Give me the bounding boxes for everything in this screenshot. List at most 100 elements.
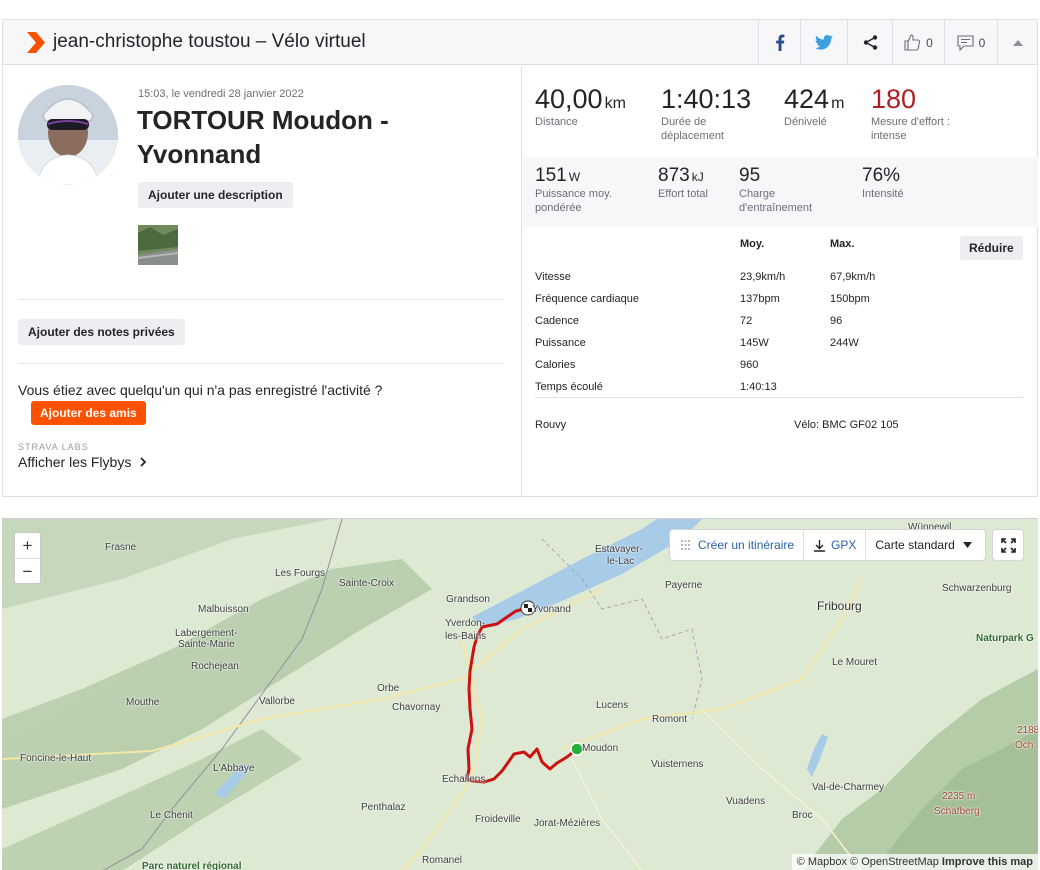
with-others-text: Vous étiez avec quelqu'un qui n'a pas en… [18,382,383,398]
activity-header: jean-christophe toustou – Vélo virtuel 0… [3,20,1037,65]
activity-photo-thumbnail[interactable] [138,225,178,265]
map-place-label: Romont [652,714,688,725]
athlete-photo [18,85,118,185]
stat-label: Dénivelé [784,116,827,128]
landscape-photo [138,225,178,265]
stat-moving-time: 1:40:13 Durée de déplacement [661,84,771,143]
map-place-label: Romanel [422,855,463,866]
share-icon [863,35,877,50]
map-place-label: Chavornay [392,702,441,713]
zoom-controls: + − [14,532,41,584]
route-map[interactable]: Frasne Les Fourgs Sainte-Croix Grandson Yvon… [2,518,1038,870]
comment-count: 0 [978,35,986,50]
map-place-label: Foncine-le-Haut [20,753,92,764]
map-place-label: Froideville [475,814,521,825]
stat-value: 424 [784,84,830,114]
stat-value: 873 [658,165,690,186]
stat-label: Puissance moy. pondérée [535,188,612,214]
strava-chevron-icon [27,32,45,53]
map-place-label: Och [1015,740,1034,751]
map-place-label: Lucens [596,700,629,711]
map-place-label: Malbuisson [198,604,249,615]
activity-stats: 40,00 km Distance 1:40:13 Durée de déplac… [521,66,1038,497]
map-place-label: Rochejean [191,661,239,672]
map-style-select[interactable]: Carte standard [866,530,984,560]
row-avg: 137bpm [740,293,780,305]
map-place-label: Les Fourgs [275,568,326,579]
map-place-label: Le Mouret [832,657,878,668]
header-actions: 0 0 [758,20,1037,65]
table-row: Fréquence cardiaque 137bpm 150bpm [535,293,1025,315]
thumbs-up-icon [904,34,921,51]
stat-relative-effort[interactable]: 180 Mesure d'effort : intense [871,84,981,143]
divider [535,397,1023,398]
map-place-label: L'Abbaye [213,763,255,774]
row-label: Calories [535,359,576,371]
create-route-label: Créer un itinéraire [698,538,795,552]
improve-map-link[interactable]: Improve this map [942,856,1033,868]
map-place-label: Schwarzenburg [942,583,1012,594]
facebook-share-button[interactable] [758,20,800,65]
share-button[interactable] [847,20,892,65]
map-place-label: Le Chenit [150,810,193,821]
collapse-button[interactable] [997,20,1037,65]
add-friends-button[interactable]: Ajouter des amis [31,401,146,425]
row-label: Vitesse [535,271,571,283]
kudos-button[interactable]: 0 [892,20,944,65]
flybys-link[interactable]: Afficher les Flybys [18,454,147,470]
activity-date: 15:03, le vendredi 28 janvier 2022 [138,88,304,100]
add-description-button[interactable]: Ajouter une description [138,182,293,208]
row-label: Fréquence cardiaque [535,293,639,305]
row-max: 96 [830,315,843,327]
row-label: Cadence [535,315,580,327]
caret-up-icon [1012,39,1023,46]
map-place-label: 2188 [1017,725,1038,736]
create-route-button[interactable]: Créer un itinéraire [670,530,805,560]
map-place-label: Schafberg [934,806,980,817]
map-place-label: Naturpark G [976,633,1034,644]
add-private-notes-button[interactable]: Ajouter des notes privées [18,319,185,345]
map-place-label: Sainte-Croix [339,578,395,589]
map-place-label: Yverdon- [445,618,486,629]
twitter-icon [815,35,833,50]
stat-total-work: 873 kJ Effort total [658,165,708,201]
map-place-label: Fribourg [817,599,862,613]
map-place-label: Frasne [105,542,137,553]
zoom-in-button[interactable]: + [15,533,40,558]
map-place-label: Grandson [446,594,490,605]
device-name: Rouvy [535,419,567,431]
avatar[interactable] [18,85,118,185]
stat-intensity: 76% Intensité [862,165,904,201]
row-max: 244W [830,337,859,349]
map-place-label: Jorat-Mézières [534,818,601,829]
table-row: Vitesse 23,9km/h 67,9km/h [535,271,1025,293]
stat-label: Charge d'entraînement [739,188,813,214]
fullscreen-button[interactable] [993,530,1023,560]
map-place-label: les-Bains [445,631,487,642]
stat-distance: 40,00 km Distance [535,84,626,129]
zoom-out-button[interactable]: − [15,558,40,583]
map-place-label: Parc naturel régional [142,861,242,870]
stat-unit: km [604,95,626,112]
column-header-avg: Moy. [740,238,765,250]
fullscreen-icon [1000,537,1016,553]
twitter-share-button[interactable] [800,20,847,65]
row-max: 150bpm [830,293,870,305]
row-avg: 72 [740,315,753,327]
map-style-label: Carte standard [875,538,955,552]
comment-button[interactable]: 0 [944,20,997,65]
osm-attribution[interactable]: © OpenStreetMap [850,856,939,868]
stat-label: Durée de déplacement [661,116,724,142]
column-header-max: Max. [830,238,855,250]
stat-unit: m [831,95,845,112]
map-place-label: Yvonand [532,604,571,615]
reduce-button[interactable]: Réduire [960,236,1023,260]
stat-label: Mesure d'effort : intense [871,116,950,142]
gpx-download-button[interactable]: GPX [804,530,867,560]
stat-label: Effort total [658,188,708,200]
stat-value: 76% [862,165,901,186]
mapbox-attribution[interactable]: © Mapbox [797,856,847,868]
stat-training-load: 95 Charge d'entraînement [739,165,849,215]
map-place-label: Payerne [665,580,703,591]
page-title: jean-christophe toustou – Vélo virtuel [53,31,366,52]
